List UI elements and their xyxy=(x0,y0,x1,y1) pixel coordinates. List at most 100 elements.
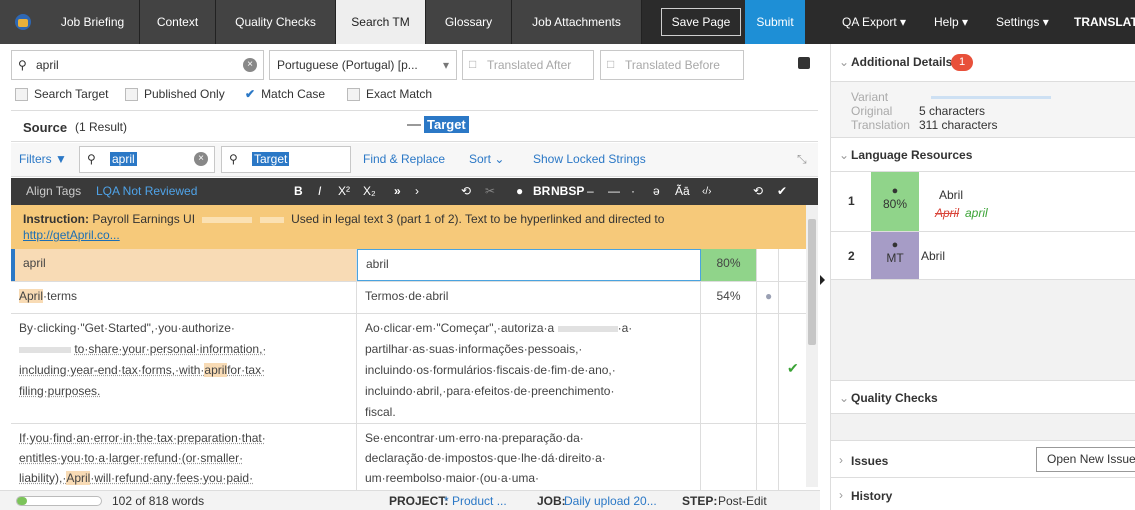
mt-icon: ● xyxy=(891,239,899,251)
align-tags-button[interactable]: Align Tags xyxy=(26,178,81,205)
settings-menu[interactable]: Settings ▾ xyxy=(996,0,1049,44)
help-menu[interactable]: Help ▾ xyxy=(934,0,968,44)
collapse-icon[interactable]: ⤡ xyxy=(797,152,807,167)
app-logo[interactable] xyxy=(0,0,46,44)
tab-context[interactable]: Context xyxy=(140,0,216,44)
translated-before-input[interactable]: □ Translated Before xyxy=(600,50,744,80)
history-header[interactable]: › History xyxy=(831,478,1135,510)
resource-index: 2 xyxy=(848,249,855,263)
revert-icon[interactable]: ⟲ xyxy=(753,178,763,205)
match-case-checkbox[interactable]: ✔ Match Case xyxy=(245,87,325,101)
bold-button[interactable]: B xyxy=(294,178,303,205)
target-cell[interactable]: Termos·de·abril xyxy=(357,282,701,313)
source-filter-value: april xyxy=(110,152,137,166)
globe-icon[interactable]: ● xyxy=(516,178,523,205)
special-chars-button[interactable]: Ãā xyxy=(675,178,690,205)
search-icon: ⚲ xyxy=(229,152,238,166)
italic-button[interactable]: I xyxy=(318,178,321,205)
resource-item[interactable]: 2 ● MT Abril xyxy=(831,232,1135,280)
target-cell[interactable]: abril xyxy=(357,249,701,281)
save-page-button[interactable]: Save Page xyxy=(661,8,741,36)
published-only-checkbox[interactable]: Published Only xyxy=(125,87,225,102)
segment-scrollbar[interactable] xyxy=(806,205,818,487)
job-link[interactable]: Daily upload 20... xyxy=(564,494,657,508)
confirm-icon[interactable]: ✔ xyxy=(777,178,787,205)
middot-button[interactable]: · xyxy=(631,178,635,205)
filters-button[interactable]: Filters ▼ xyxy=(19,152,67,166)
target-cell[interactable]: Ao·clicar·em·"Começar",·autoriza·a ·a· p… xyxy=(357,314,701,423)
match-score xyxy=(701,314,757,423)
tm-search-input[interactable]: ⚲ april × xyxy=(11,50,264,80)
status-dot-icon: ● xyxy=(757,282,779,313)
tab-quality-checks[interactable]: Quality Checks xyxy=(216,0,336,44)
source-filter-input[interactable]: ⚲ april × xyxy=(79,146,215,173)
table-row[interactable]: If·you·find·an·error·in·the·tax·preparat… xyxy=(11,424,806,490)
redacted-text xyxy=(19,346,71,353)
language-select[interactable]: Portuguese (Portugal) [p... ▾ xyxy=(269,50,457,80)
tab-glossary[interactable]: Glossary xyxy=(426,0,512,44)
lqa-status-button[interactable]: LQA Not Reviewed xyxy=(96,178,197,205)
role-menu[interactable]: TRANSLATOR xyxy=(1074,0,1135,44)
subscript-button[interactable]: X₂ xyxy=(363,178,376,205)
translation-label: Translation xyxy=(851,118,910,132)
confirmed-check-icon[interactable]: ✔ xyxy=(779,314,806,423)
en-dash-button[interactable]: – xyxy=(587,178,594,205)
clear-icon[interactable]: × xyxy=(243,58,257,72)
pane-collapse-icon[interactable] xyxy=(820,275,825,285)
issues-header[interactable]: › Issues Open New Issue xyxy=(831,440,1135,478)
target-cell[interactable]: Se·encontrar·um·erro·na·preparação·da· d… xyxy=(357,424,701,490)
search-target-checkbox[interactable]: Search Target xyxy=(15,87,109,102)
calendar-icon: □ xyxy=(607,57,615,71)
table-row[interactable]: April·terms Termos·de·abril 54% ● xyxy=(11,282,806,314)
chevron-down-icon: ⌄ xyxy=(839,55,850,69)
exact-match-checkbox[interactable]: Exact Match xyxy=(347,87,432,102)
match-score: 80% xyxy=(701,249,757,281)
match-case-label: Match Case xyxy=(261,87,326,101)
table-row[interactable]: By·clicking·"Get·Started",·you·authorize… xyxy=(11,314,806,424)
confirm-cell[interactable] xyxy=(779,424,806,490)
instruction-tail: Used in legal text 3 (part 1 of 2). Text… xyxy=(291,212,665,226)
next-tag-button[interactable]: » xyxy=(394,178,401,205)
drag-handle-icon[interactable] xyxy=(407,124,421,126)
source-label: Source xyxy=(23,120,68,135)
instruction-link[interactable]: http://getApril.co... xyxy=(23,228,120,242)
additional-details-header[interactable]: ⌄ Additional Details 1 xyxy=(831,44,1135,82)
submit-button[interactable]: Submit xyxy=(745,0,805,44)
schwa-button[interactable]: ǝ xyxy=(653,178,660,205)
undo-icon[interactable]: ⟲ xyxy=(461,178,471,205)
find-replace-link[interactable]: Find & Replace xyxy=(363,152,445,166)
tm-search-options: Search Target Published Only ✔ Match Case… xyxy=(11,84,818,104)
redacted-text xyxy=(202,217,253,223)
open-new-issue-button[interactable]: Open New Issue xyxy=(1036,447,1135,472)
resource-item[interactable]: 1 ● 80% Abril April april xyxy=(831,172,1135,232)
show-locked-strings-link[interactable]: Show Locked Strings xyxy=(533,152,646,166)
instruction-label: Instruction: xyxy=(23,212,89,226)
tab-job-attachments[interactable]: Job Attachments xyxy=(512,0,642,44)
tm-icon: ● xyxy=(891,185,899,197)
em-dash-button[interactable]: — xyxy=(608,178,620,205)
target-filter-input[interactable]: ⚲ Target xyxy=(221,146,351,173)
clear-icon[interactable]: × xyxy=(194,152,208,166)
superscript-button[interactable]: X² xyxy=(338,178,350,205)
clear-format-icon[interactable]: ✂ xyxy=(485,178,495,205)
scrollbar-thumb[interactable] xyxy=(808,219,816,345)
search-icon: ⚲ xyxy=(87,152,96,166)
code-tag-button[interactable]: ‹/› xyxy=(702,178,711,205)
edit-icon[interactable] xyxy=(798,57,810,69)
quality-checks-header[interactable]: ⌄ Quality Checks xyxy=(831,380,1135,414)
confirm-cell[interactable] xyxy=(779,249,806,281)
qa-export-menu[interactable]: QA Export ▾ xyxy=(842,0,906,44)
project-link[interactable]: * Product ... xyxy=(444,494,507,508)
translated-after-input[interactable]: □ Translated After xyxy=(462,50,594,80)
language-resources-header[interactable]: ⌄ Language Resources xyxy=(831,138,1135,172)
sort-dropdown[interactable]: Sort ⌄ xyxy=(469,152,504,166)
section-title: History xyxy=(851,489,893,503)
table-row[interactable]: april abril 80% xyxy=(11,249,806,282)
confirm-cell[interactable] xyxy=(779,282,806,313)
tab-search-tm[interactable]: Search TM xyxy=(336,0,426,44)
br-button[interactable]: BR xyxy=(533,178,550,205)
diff-deleted: April xyxy=(935,206,960,220)
nbsp-button[interactable]: NBSP xyxy=(551,178,584,205)
prev-tag-button[interactable]: › xyxy=(415,178,419,205)
tab-job-briefing[interactable]: Job Briefing xyxy=(46,0,140,44)
